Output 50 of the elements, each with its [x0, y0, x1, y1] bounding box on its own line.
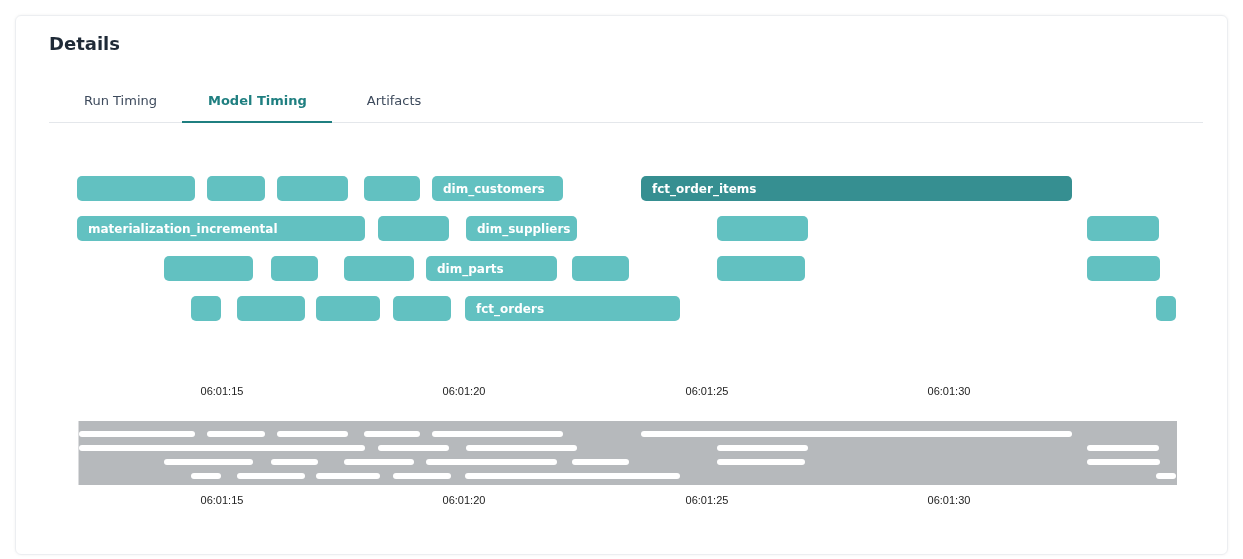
overview-bar: [271, 459, 318, 465]
overview-bar: [344, 459, 414, 465]
overview-bar: [316, 473, 380, 479]
model-bar[interactable]: [572, 256, 629, 281]
overview-bar: [572, 459, 629, 465]
overview-bar: [1156, 473, 1176, 479]
model-bar[interactable]: [344, 256, 414, 281]
model-bar[interactable]: dim_parts: [426, 256, 557, 281]
overview-bar: [191, 473, 221, 479]
overview-bar: [393, 473, 451, 479]
model-bar[interactable]: fct_orders: [465, 296, 680, 321]
overview-bar: [378, 445, 449, 451]
model-bar[interactable]: [717, 256, 805, 281]
tab[interactable]: Artifacts: [331, 79, 447, 123]
model-bar[interactable]: dim_suppliers: [466, 216, 577, 241]
axis-tick-label: 06:01:30: [927, 494, 971, 506]
overview-bar: [237, 473, 305, 479]
model-bar[interactable]: fct_order_items: [641, 176, 1072, 201]
overview-bar: [364, 431, 420, 437]
model-bar[interactable]: [316, 296, 380, 321]
overview-bar: [277, 431, 348, 437]
overview-bar: [1087, 445, 1159, 451]
model-bar[interactable]: [1087, 256, 1160, 281]
model-bar[interactable]: [164, 256, 253, 281]
model-bar[interactable]: [77, 176, 195, 201]
model-bar[interactable]: [271, 256, 318, 281]
axis-tick-label: 06:01:15: [200, 494, 244, 506]
model-bar[interactable]: [393, 296, 451, 321]
axis-tick-label: 06:01:25: [685, 385, 729, 397]
model-bar[interactable]: [277, 176, 348, 201]
model-bar[interactable]: materialization_incremental: [77, 216, 365, 241]
tab[interactable]: Run Timing: [49, 79, 182, 123]
model-bar[interactable]: [1156, 296, 1176, 321]
model-bar[interactable]: [207, 176, 265, 201]
axis-tick-label: 06:01:30: [927, 385, 971, 397]
card-title: Details: [49, 32, 121, 56]
brush-handle[interactable]: [77, 421, 79, 485]
axis-tick-label: 06:01:25: [685, 494, 729, 506]
model-bar[interactable]: dim_customers: [432, 176, 563, 201]
model-bar[interactable]: [191, 296, 221, 321]
model-bar[interactable]: [717, 216, 808, 241]
model-bar[interactable]: [237, 296, 305, 321]
axis-tick-label: 06:01:15: [200, 385, 244, 397]
model-bar[interactable]: [378, 216, 449, 241]
model-bar[interactable]: [1087, 216, 1159, 241]
axis-tick-label: 06:01:20: [442, 385, 486, 397]
axis-tick-label: 06:01:20: [442, 494, 486, 506]
model-bar[interactable]: [364, 176, 420, 201]
overview-bar: [207, 431, 265, 437]
tab[interactable]: Model Timing: [182, 79, 332, 123]
